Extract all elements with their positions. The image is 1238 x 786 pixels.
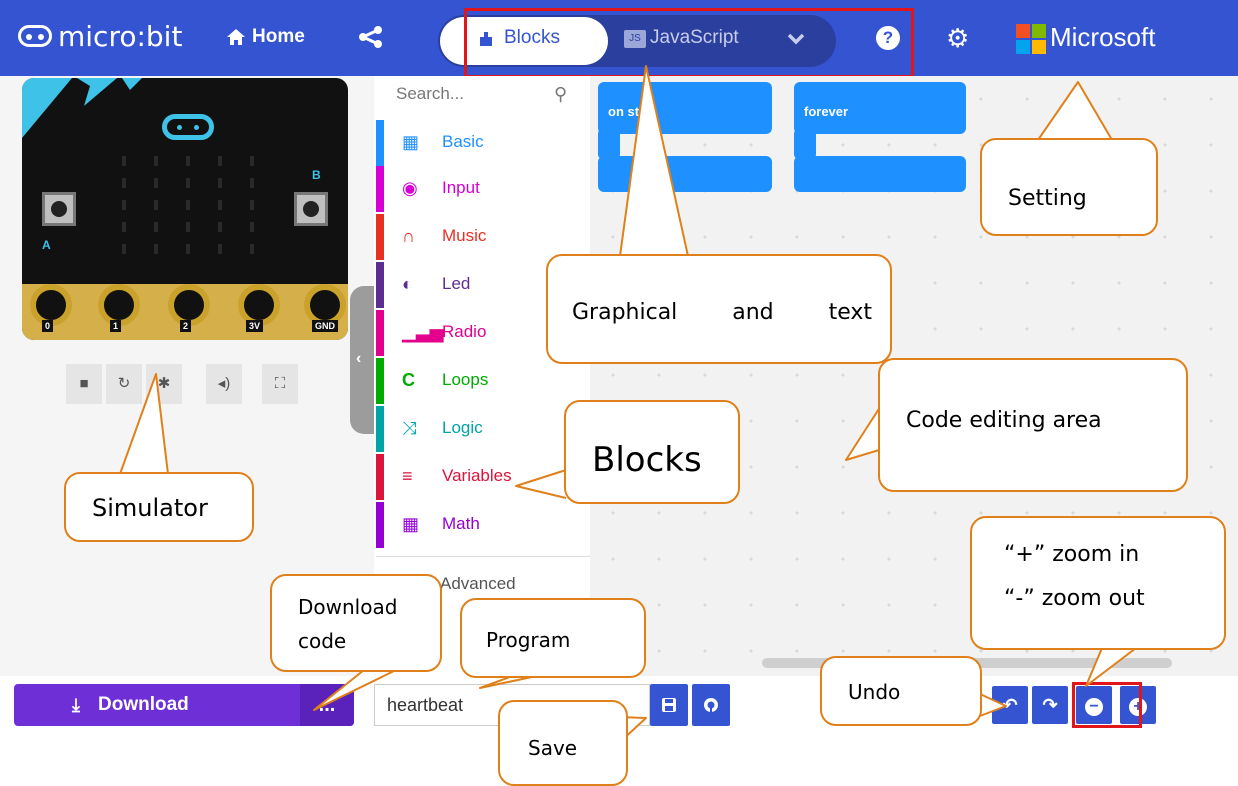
callout-text: Code editing area [906, 408, 1102, 433]
callout-zoom: “+” zoom in “-” zoom out [970, 516, 1226, 650]
callout-text: Undo [848, 680, 901, 704]
callout-code-editing-area: Code editing area [878, 358, 1188, 492]
callout-blocks: Blocks [564, 400, 740, 504]
callout-setting: Setting [980, 138, 1158, 236]
callout-text: “+” zoom in [1004, 542, 1140, 567]
callout-simulator: Simulator [64, 472, 254, 542]
callout-text: Simulator [92, 494, 208, 522]
callout-text: “-” zoom out [1004, 586, 1145, 611]
callout-program: Program [460, 598, 646, 678]
callout-text: Graphical and text [572, 300, 872, 325]
callout-text: Download code [298, 595, 398, 653]
callout-graphical-text: Graphical and text [546, 254, 892, 364]
callout-text: Blocks [592, 440, 702, 480]
callout-text: Program [486, 628, 571, 652]
callout-undo: Undo [820, 656, 982, 726]
callout-text: Setting [1008, 186, 1087, 211]
callout-download-code: Download code [270, 574, 442, 672]
callout-text: Save [528, 736, 578, 760]
callout-save: Save [498, 700, 628, 786]
